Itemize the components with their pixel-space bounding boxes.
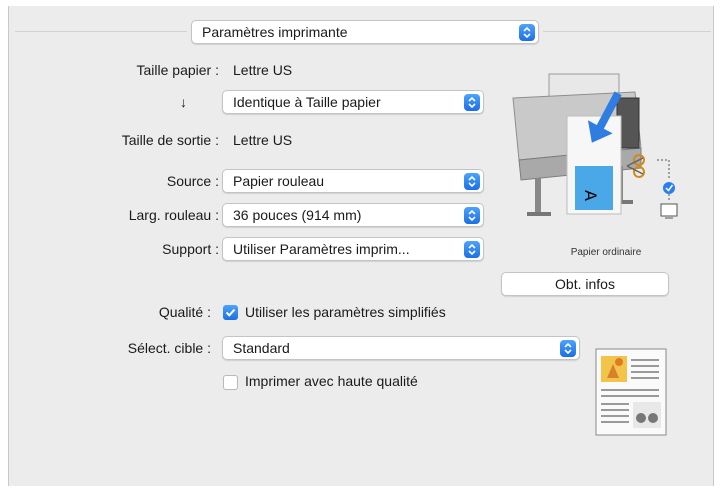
simple-settings-label[interactable]: Utiliser les paramètres simplifiés: [245, 304, 446, 320]
roll-width-popup[interactable]: 36 pouces (914 mm): [222, 203, 484, 227]
scale-popup[interactable]: Identique à Taille papier: [222, 90, 484, 114]
arrow-down-icon: ↓: [180, 94, 187, 110]
media-caption: Papier ordinaire: [570, 247, 642, 258]
svg-text:A: A: [581, 190, 600, 201]
high-quality-label[interactable]: Imprimer avec haute qualité: [245, 373, 418, 389]
media-label: Support :: [162, 241, 219, 257]
get-info-button[interactable]: Obt. infos: [501, 272, 669, 296]
output-size-label: Taille de sortie :: [121, 132, 219, 148]
target-popup-label: Standard: [233, 340, 290, 356]
popup-stepper-icon: [464, 173, 480, 190]
output-size-value: Lettre US: [233, 132, 293, 148]
popup-stepper-icon: [464, 207, 480, 224]
paper-size-value: Lettre US: [233, 62, 293, 78]
simple-settings-checkbox[interactable]: [223, 305, 238, 320]
quality-label: Qualité :: [158, 304, 211, 320]
popup-stepper-icon: [464, 241, 480, 258]
target-label: Sélect. cible :: [127, 340, 211, 356]
preset-popup[interactable]: Paramètres imprimante: [191, 20, 539, 44]
media-popup[interactable]: Utiliser Paramètres imprim...: [222, 237, 484, 261]
roll-width-label: Larg. rouleau :: [128, 207, 219, 223]
media-popup-label: Utiliser Paramètres imprim...: [233, 241, 410, 257]
paper-size-label: Taille papier :: [136, 62, 220, 78]
target-popup[interactable]: Standard: [222, 336, 580, 360]
popup-stepper-icon: [560, 340, 576, 357]
separator-right: [543, 31, 711, 32]
document-preview-icon: [595, 348, 667, 436]
source-popup-label: Papier rouleau: [233, 173, 325, 189]
high-quality-checkbox[interactable]: [223, 375, 238, 390]
preset-popup-label: Paramètres imprimante: [202, 24, 348, 40]
scale-popup-label: Identique à Taille papier: [233, 94, 381, 110]
printer-illustration-icon: A: [512, 73, 678, 219]
popup-stepper-icon: [464, 94, 480, 111]
source-label: Source :: [166, 173, 219, 189]
roll-width-popup-label: 36 pouces (914 mm): [233, 207, 362, 223]
separator-left: [15, 31, 187, 32]
popup-stepper-icon: [519, 24, 535, 41]
checkmark-icon: [225, 308, 236, 317]
source-popup[interactable]: Papier rouleau: [222, 169, 484, 193]
print-dialog-panel: Paramètres imprimante Taille papier : Le…: [8, 6, 714, 486]
